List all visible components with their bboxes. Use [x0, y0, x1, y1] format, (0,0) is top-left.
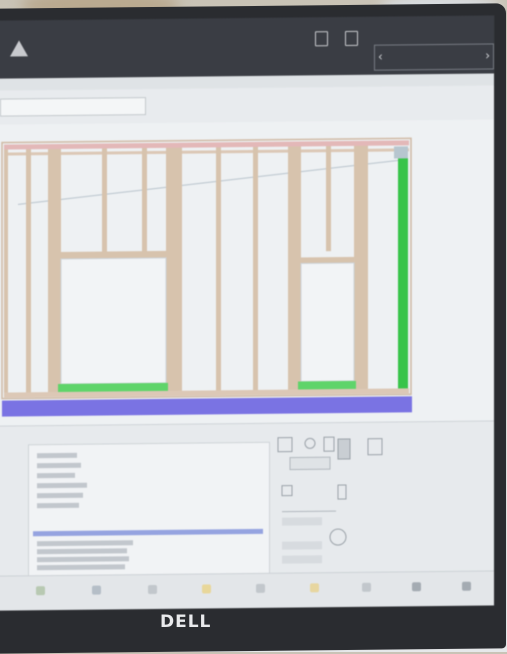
stud — [26, 149, 31, 395]
top-plate-inner — [4, 148, 409, 156]
list-item[interactable] — [37, 492, 83, 499]
list-item[interactable] — [37, 472, 75, 479]
stud — [288, 146, 301, 392]
list-item[interactable] — [37, 502, 79, 509]
stud — [253, 146, 258, 392]
bottom-tool-button[interactable] — [244, 583, 278, 600]
screen: ‹ › — [0, 15, 494, 611]
element-list[interactable] — [28, 441, 270, 579]
bottom-tool-button[interactable] — [24, 586, 58, 602]
monitor-brand-logo: DELL — [160, 612, 212, 632]
list-item[interactable] — [37, 452, 77, 459]
stud — [4, 149, 8, 395]
window-opening — [60, 257, 167, 385]
selected-list-item[interactable] — [33, 528, 263, 537]
tool-icon[interactable] — [304, 437, 316, 449]
property-field[interactable] — [282, 541, 322, 550]
property-icon — [329, 528, 347, 546]
tool-icon — [411, 582, 421, 592]
list-item[interactable] — [37, 564, 125, 571]
tool-icon[interactable] — [277, 437, 293, 453]
property-field[interactable] — [282, 517, 322, 526]
tool-icon — [147, 584, 157, 595]
list-item[interactable] — [37, 482, 87, 489]
window-header — [301, 256, 354, 264]
tool-icon[interactable] — [323, 436, 335, 452]
tool-icon[interactable] — [337, 438, 351, 460]
document-button[interactable] — [308, 29, 334, 63]
cripple-stud — [102, 148, 107, 254]
tool-icon — [309, 583, 319, 593]
document-icon — [314, 31, 328, 47]
list-item[interactable] — [37, 548, 127, 555]
stud — [166, 147, 182, 393]
app-logo-icon — [10, 40, 28, 57]
title-bar: ‹ › — [0, 15, 494, 79]
tool-icon — [35, 586, 45, 596]
tool-icon[interactable] — [367, 438, 383, 456]
guide-line — [17, 159, 399, 205]
foundation-beam — [2, 396, 412, 417]
properties-svg — [277, 436, 383, 564]
sill-plate — [298, 380, 356, 390]
bottom-tool-button[interactable] — [400, 582, 434, 598]
window-opening — [300, 262, 355, 382]
corner-marker — [394, 146, 408, 159]
properties-panel — [276, 433, 386, 574]
end-stud — [398, 158, 408, 391]
bottom-toolbar — [0, 570, 494, 611]
monitor: ‹ › — [0, 3, 506, 654]
bottom-tool-button[interactable] — [80, 585, 114, 601]
stud — [216, 147, 221, 393]
tool-icon — [91, 585, 101, 595]
stud — [354, 145, 368, 391]
list-item[interactable] — [37, 462, 81, 469]
wall-frame-svg — [1, 137, 412, 417]
property-icon — [281, 485, 293, 497]
property-icon — [337, 484, 347, 500]
bottom-tool-button[interactable] — [136, 584, 170, 601]
stud — [48, 148, 61, 395]
bottom-tool-button[interactable] — [190, 584, 224, 600]
chevron-right-icon[interactable]: › — [485, 48, 490, 62]
export-button[interactable] — [338, 29, 364, 63]
property-field[interactable] — [289, 456, 331, 471]
tool-icon — [461, 581, 471, 591]
cripple-stud — [142, 148, 147, 254]
tool-icon — [201, 584, 211, 594]
list-item[interactable] — [37, 556, 129, 563]
item-navigator[interactable]: ‹ › — [374, 43, 494, 71]
bottom-tool-button[interactable] — [350, 582, 384, 599]
list-item[interactable] — [37, 540, 133, 547]
cripple-stud — [326, 146, 331, 252]
view-field[interactable] — [0, 97, 146, 117]
chevron-left-icon[interactable]: ‹ — [378, 50, 383, 64]
wall-drawing-canvas[interactable] — [0, 119, 494, 425]
property-field[interactable] — [282, 555, 322, 564]
tool-icon — [361, 582, 371, 592]
export-icon — [344, 30, 358, 47]
tool-icon — [255, 583, 265, 593]
bottom-tool-button[interactable] — [450, 581, 484, 598]
sill-plate — [58, 382, 168, 393]
divider — [282, 510, 336, 513]
lower-panel — [0, 420, 494, 579]
bottom-tool-button[interactable] — [298, 583, 332, 599]
